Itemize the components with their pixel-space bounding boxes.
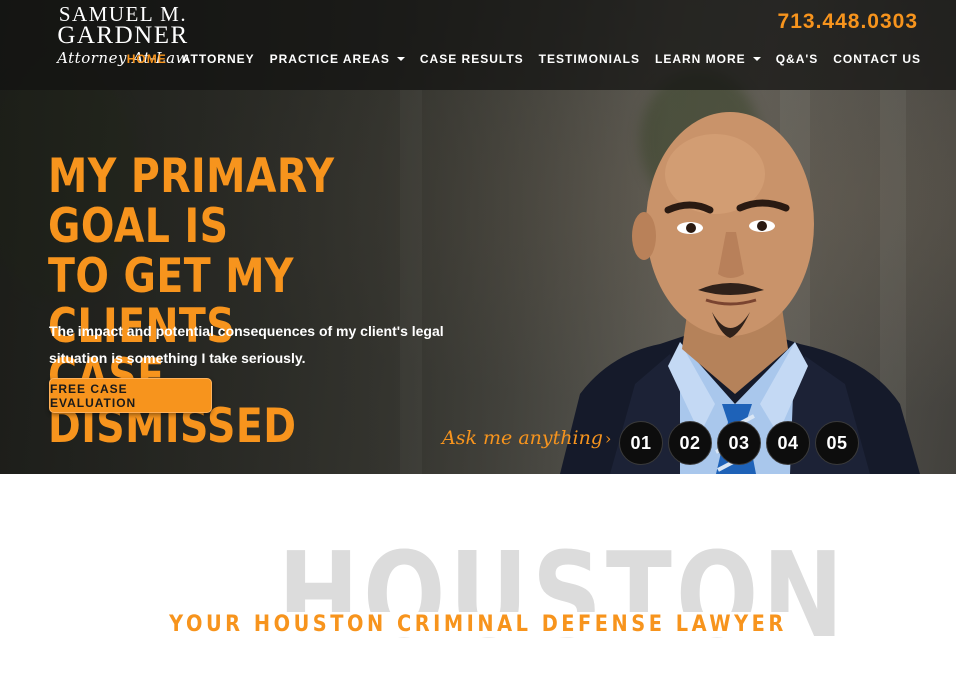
- hero-headline-line: MY PRIMARY GOAL IS: [48, 149, 335, 254]
- nav-item-qas[interactable]: Q&A'S: [776, 52, 819, 66]
- logo-name-last: GARDNER: [57, 22, 189, 49]
- nav-item-label: HOME: [126, 52, 167, 66]
- question-step-04[interactable]: 04: [766, 421, 810, 465]
- top-navigation-bar: SAMUEL M. GARDNER Attorney-At-Law 713.44…: [0, 0, 956, 90]
- nav-item-case-results[interactable]: CASE RESULTS: [420, 52, 524, 66]
- nav-item-label: TESTIMONIALS: [538, 52, 641, 66]
- section-tagline: YOUR HOUSTON CRIMINAL DEFENSE LAWYER: [0, 612, 956, 637]
- nav-item-label: CONTACT US: [833, 52, 921, 66]
- caret-down-icon: [752, 57, 761, 61]
- nav-item-home[interactable]: HOME: [127, 52, 167, 66]
- ask-label-text: Ask me anything: [442, 427, 603, 449]
- hero-subtext: The impact and potential consequences of…: [49, 323, 444, 366]
- question-selector: 01 02 03 04 05: [619, 421, 859, 465]
- nav-item-label: LEARN MORE: [655, 52, 746, 66]
- main-navigation: HOME ATTORNEY PRACTICE AREAS CASE RESULT…: [127, 52, 921, 66]
- phone-number-link[interactable]: 713.448.0303: [778, 10, 918, 34]
- question-step-03[interactable]: 03: [717, 421, 761, 465]
- section-tagline-text: YOUR HOUSTON CRIMINAL DEFENSE LAWYER: [163, 612, 793, 637]
- nav-item-learn-more[interactable]: LEARN MORE: [655, 52, 761, 66]
- ask-me-anything-label: Ask me anything ›: [442, 427, 611, 449]
- question-step-01[interactable]: 01: [619, 421, 663, 465]
- nav-item-attorney[interactable]: ATTORNEY: [182, 52, 255, 66]
- question-step-05[interactable]: 05: [815, 421, 859, 465]
- nav-item-practice-areas[interactable]: PRACTICE AREAS: [270, 52, 405, 66]
- nav-item-testimonials[interactable]: TESTIMONIALS: [539, 52, 640, 66]
- caret-down-icon: [396, 57, 405, 61]
- nav-item-contact-us[interactable]: CONTACT US: [833, 52, 921, 66]
- nav-item-label: Q&A'S: [775, 52, 819, 66]
- nav-item-label: PRACTICE AREAS: [269, 52, 390, 66]
- hero-section: SAMUEL M. GARDNER Attorney-At-Law 713.44…: [0, 0, 956, 474]
- free-case-evaluation-button[interactable]: FREE CASE EVALUATION: [49, 378, 212, 413]
- nav-item-label: ATTORNEY: [181, 52, 255, 66]
- chevron-right-icon: ›: [604, 429, 612, 448]
- attorney-portrait: [560, 112, 920, 474]
- intro-section: HOUSTON YOUR HOUSTON CRIMINAL DEFENSE LA…: [0, 474, 956, 674]
- nav-item-label: CASE RESULTS: [419, 52, 524, 66]
- question-step-02[interactable]: 02: [668, 421, 712, 465]
